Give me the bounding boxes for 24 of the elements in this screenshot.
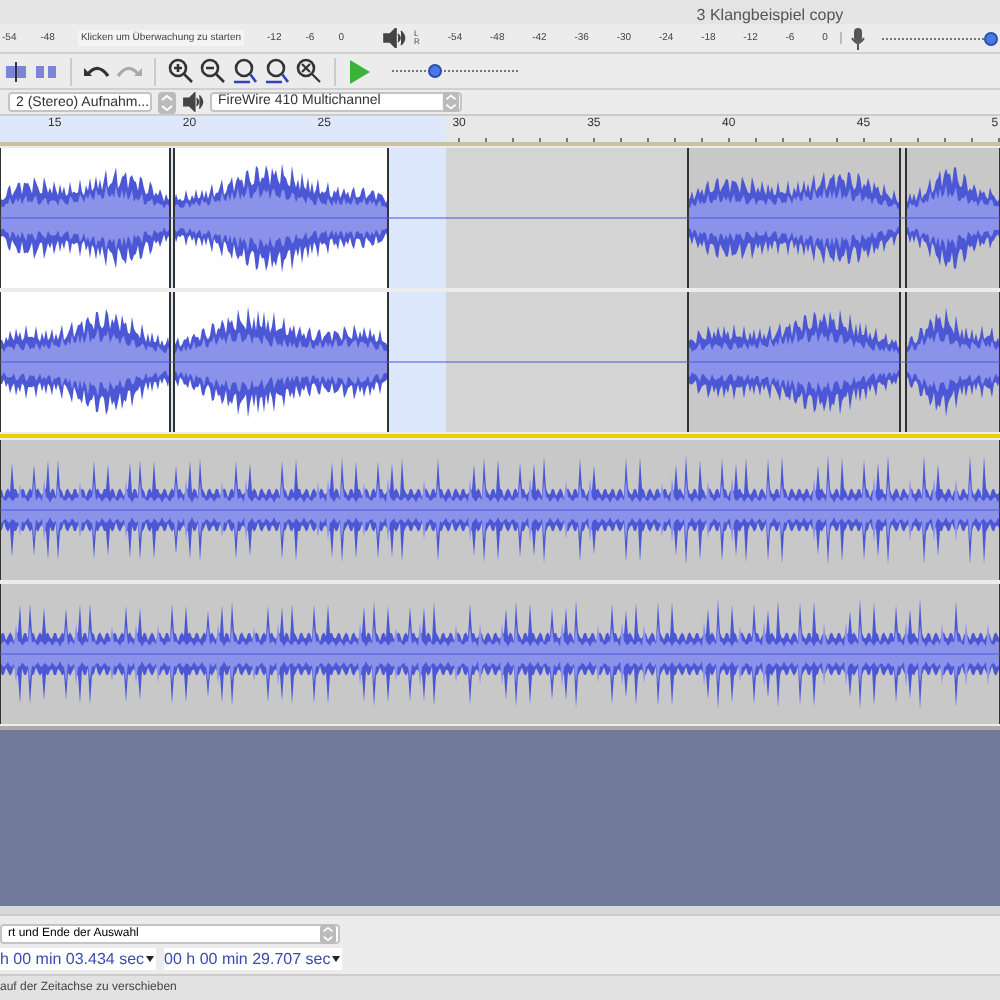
caret-icon[interactable]	[332, 956, 341, 962]
speaker-icon	[182, 92, 204, 112]
trim-icon[interactable]	[4, 59, 28, 83]
caret-icon[interactable]	[146, 956, 155, 962]
microphone-icon[interactable]	[849, 27, 866, 49]
selection-start-time[interactable]: h 00 min 03.434 sec	[0, 948, 157, 970]
fit-project-icon[interactable]	[264, 58, 290, 84]
waveform-drawing[interactable]	[0, 584, 1000, 724]
selection-end-time[interactable]: 00 h 00 min 29.707 sec	[164, 948, 343, 970]
window-title: 3 Klangbeispiel copy	[696, 5, 844, 23]
zoom-out-icon[interactable]	[200, 58, 226, 84]
zoom-toggle-icon[interactable]	[296, 58, 322, 84]
slider-thumb[interactable]	[428, 64, 443, 78]
fit-selection-icon[interactable]	[232, 58, 258, 84]
speaker-icon[interactable]	[382, 28, 406, 48]
waveform-drawing[interactable]	[0, 440, 1000, 580]
input-volume-slider[interactable]	[881, 29, 994, 47]
waveform-drawing[interactable]	[0, 292, 1000, 432]
dropdown-arrows-icon	[320, 924, 336, 944]
waveform-drawing[interactable]	[0, 148, 1000, 288]
slider-thumb[interactable]	[983, 31, 998, 45]
dropdown-arrows-icon	[442, 92, 460, 112]
zoom-in-icon[interactable]	[168, 58, 194, 84]
empty-track-area[interactable]	[0, 730, 1000, 914]
